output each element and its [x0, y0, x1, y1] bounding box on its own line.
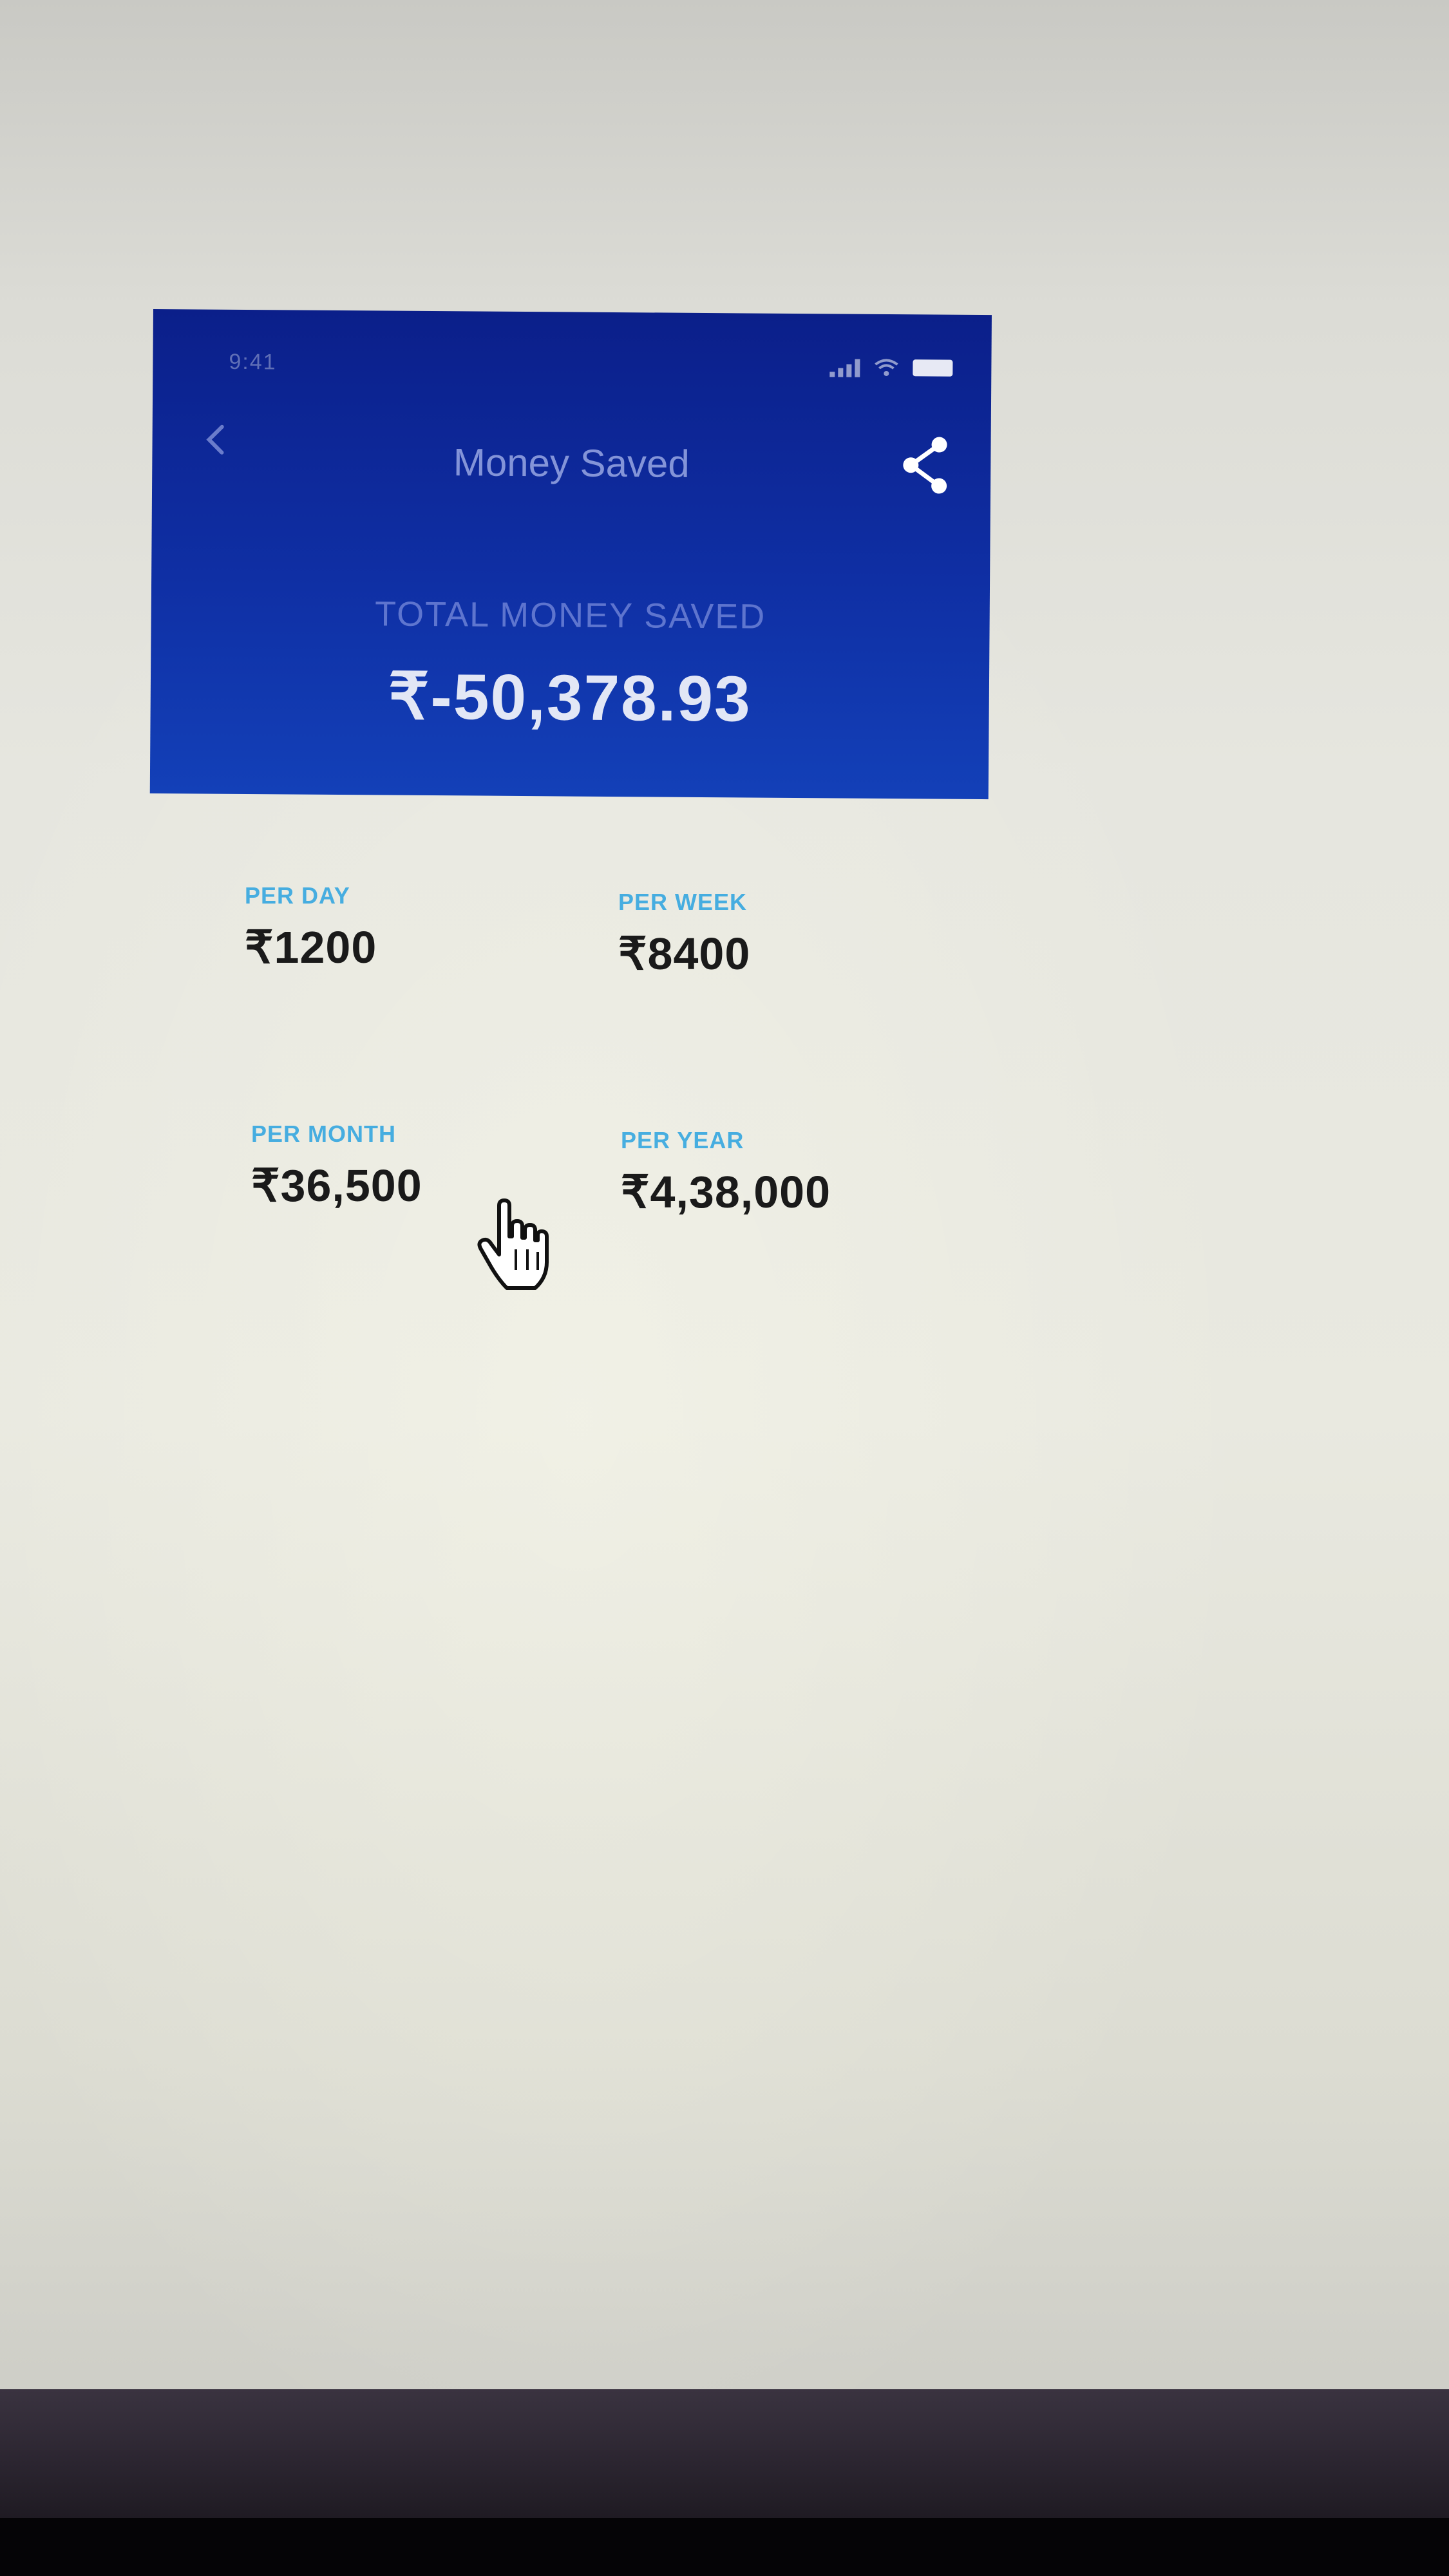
hand-pointer-icon: [477, 1198, 549, 1290]
stat-per-week: PER WEEK ₹8400: [618, 889, 750, 980]
signal-icon: [829, 357, 860, 377]
stat-label: PER WEEK: [618, 889, 748, 915]
total-money-saved-value: ₹-50,378.93: [388, 660, 752, 735]
status-icons: [829, 357, 953, 377]
stat-value: ₹36,500: [251, 1160, 422, 1211]
battery-icon: [913, 359, 953, 377]
stat-value: ₹4,38,000: [621, 1167, 831, 1217]
wifi-icon: [875, 359, 898, 376]
stat-per-day: PER DAY ₹1200: [245, 882, 377, 974]
stat-label: PER DAY: [245, 882, 350, 909]
page-title: Money Saved: [453, 440, 690, 486]
stat-label: PER MONTH: [251, 1121, 396, 1147]
stat-value: ₹8400: [618, 929, 751, 979]
stat-value: ₹1200: [245, 922, 377, 972]
share-icon[interactable]: [899, 434, 951, 497]
stat-per-month: PER MONTH ₹36,500: [251, 1121, 422, 1212]
app-header: 9:41 Money Saved TOTAL MONEY SAVED ₹-50,…: [149, 309, 992, 800]
stat-per-year: PER YEAR ₹4,38,000: [621, 1127, 831, 1218]
total-money-saved-label: TOTAL MONEY SAVED: [374, 594, 766, 636]
monitor-bezel-bottom: [0, 2518, 1449, 2576]
stat-label: PER YEAR: [621, 1127, 744, 1153]
status-time: 9:41: [229, 349, 277, 375]
